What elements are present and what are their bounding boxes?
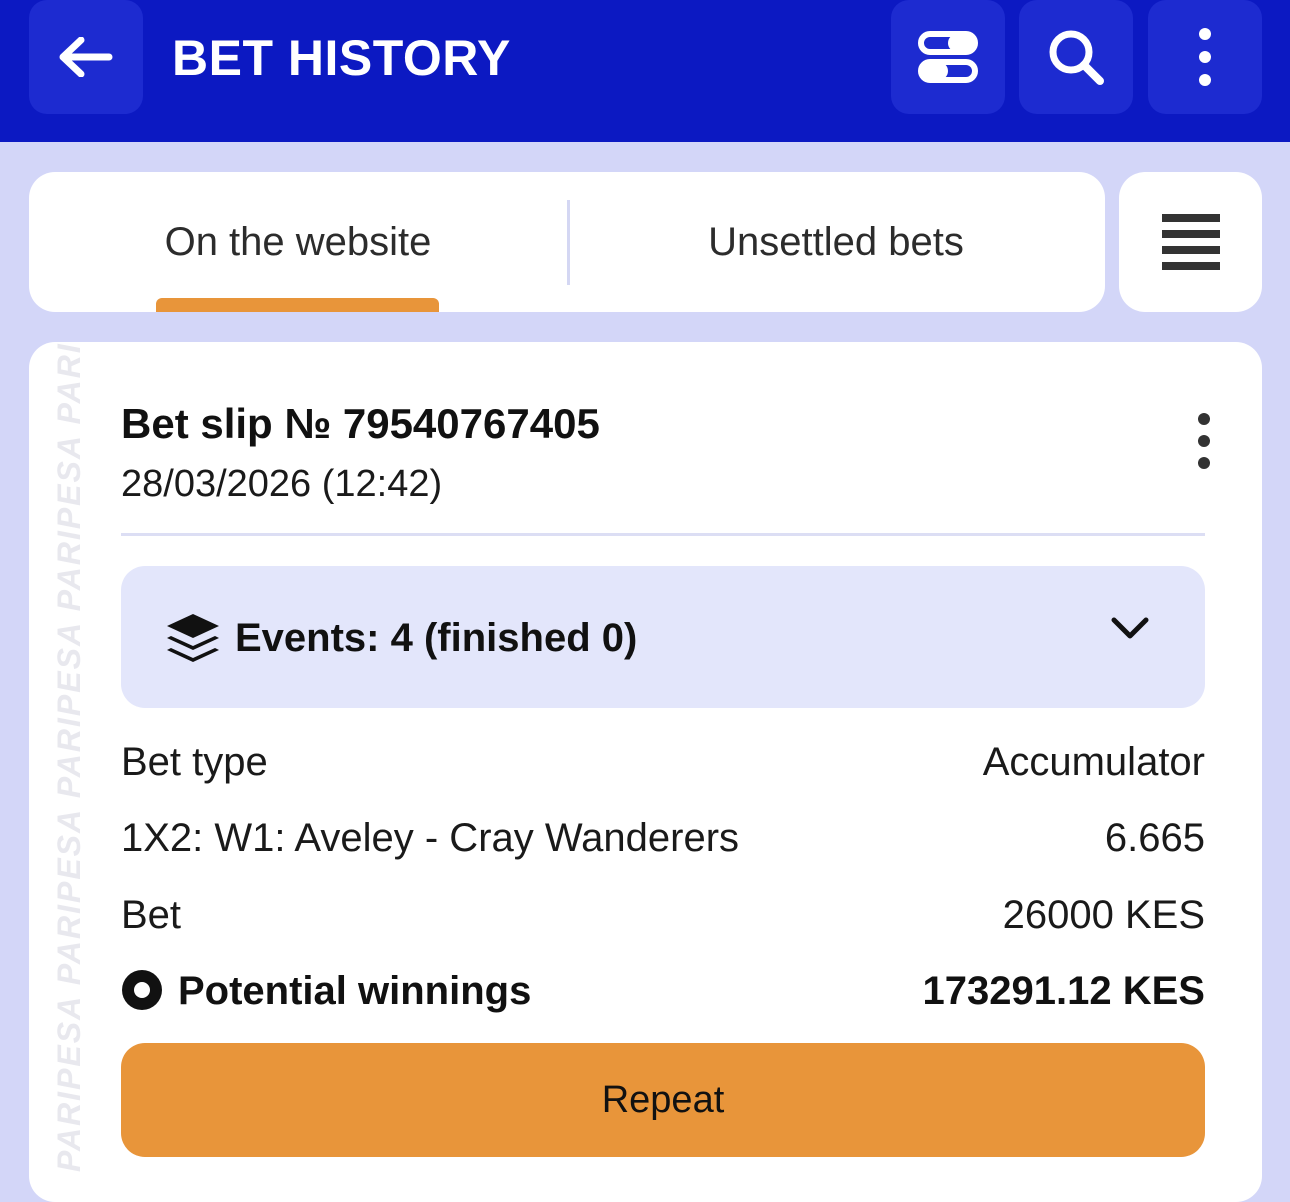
stake-row: Bet 26000 KES bbox=[121, 887, 1205, 943]
back-arrow-icon bbox=[59, 37, 113, 77]
layers-icon bbox=[167, 614, 219, 662]
top-app-bar: BET HISTORY bbox=[0, 0, 1290, 142]
stake-label: Bet bbox=[121, 893, 182, 937]
search-icon bbox=[1049, 30, 1104, 85]
potential-winnings-label: Potential winnings bbox=[178, 969, 532, 1013]
tab-on-the-website[interactable]: On the website bbox=[29, 172, 567, 312]
stake-value: 26000 KES bbox=[1002, 893, 1205, 937]
history-tabs: On the website Unsettled bets bbox=[29, 172, 1105, 312]
bet-slip-number: Bet slip № 79540767405 bbox=[121, 400, 600, 447]
search-button[interactable] bbox=[1019, 0, 1133, 114]
selection-label: 1X2: W1: Aveley - Cray Wanderers bbox=[121, 816, 740, 860]
active-tab-indicator bbox=[156, 298, 439, 312]
bet-type-row: Bet type Accumulator bbox=[121, 734, 1205, 790]
repeat-button[interactable]: Repeat bbox=[121, 1043, 1205, 1157]
list-view-button[interactable] bbox=[1119, 172, 1262, 312]
more-vertical-icon bbox=[1199, 28, 1211, 86]
page-title: BET HISTORY bbox=[172, 30, 511, 86]
bet-slip-date: 28/03/2026 (12:42) bbox=[121, 463, 443, 505]
potential-winnings-value: 173291.12 KES bbox=[922, 969, 1205, 1013]
divider bbox=[121, 533, 1205, 536]
tab-unsettled-bets[interactable]: Unsettled bets bbox=[567, 172, 1105, 312]
selection-row: 1X2: W1: Aveley - Cray Wanderers 6.665 bbox=[121, 810, 1205, 866]
more-vertical-icon bbox=[1198, 413, 1210, 469]
view-toggle-button[interactable] bbox=[891, 0, 1005, 114]
back-button[interactable] bbox=[29, 0, 143, 114]
more-options-button[interactable] bbox=[1148, 0, 1262, 114]
selection-odds: 6.665 bbox=[1104, 816, 1205, 860]
events-accordion[interactable]: Events: 4 (finished 0) bbox=[121, 566, 1205, 708]
toggle-view-icon bbox=[918, 31, 978, 83]
bet-type-value: Accumulator bbox=[982, 740, 1205, 784]
brand-watermark: PARIPESA PARIPESA PARIPESA PARIPESA PARI… bbox=[51, 342, 87, 1172]
radio-dot-icon bbox=[122, 970, 162, 1010]
menu-lines-icon bbox=[1161, 214, 1220, 270]
chevron-down-icon bbox=[1111, 617, 1149, 639]
bet-type-label: Bet type bbox=[121, 740, 268, 784]
bet-slip-more-button[interactable] bbox=[1176, 406, 1232, 476]
potential-winnings-row: Potential winnings 173291.12 KES bbox=[121, 963, 1205, 1019]
events-count: Events: 4 (finished 0) bbox=[235, 616, 638, 660]
